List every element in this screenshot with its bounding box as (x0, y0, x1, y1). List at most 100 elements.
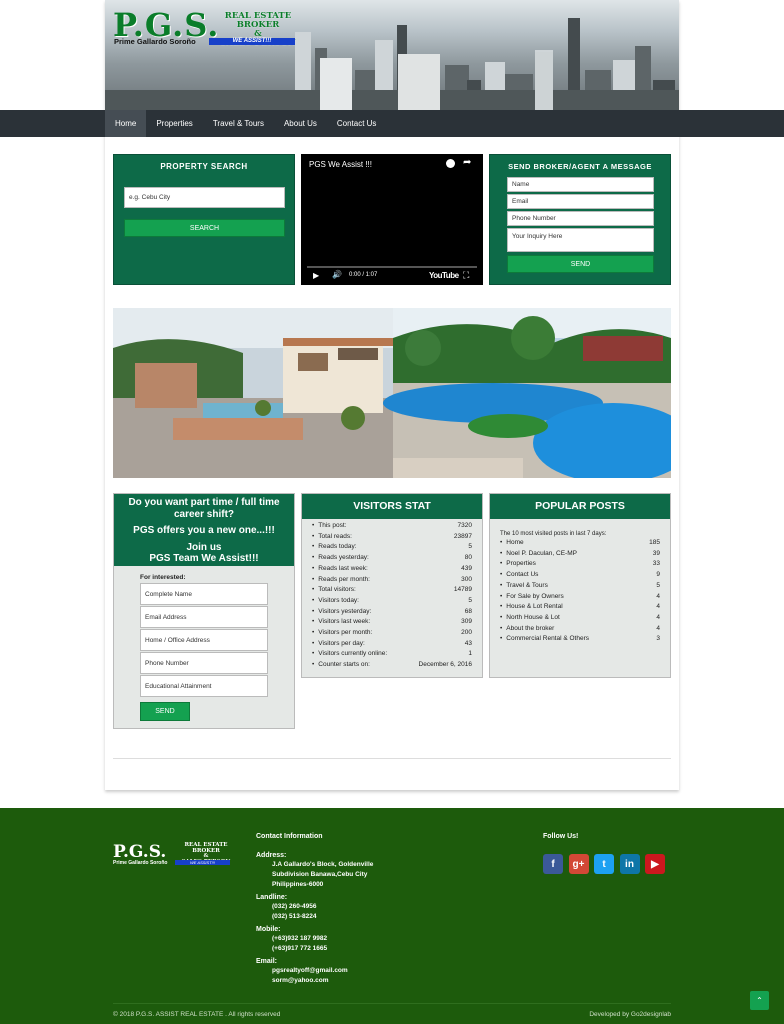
popular-post-row: Commercial Rental & Others 3 (500, 634, 660, 645)
visitors-stat-title: VISITORS STAT (302, 494, 482, 519)
facebook-icon[interactable]: f (543, 854, 563, 874)
video-player[interactable]: PGS We Assist !!! ➦ ▶ 🔊 0:00 / 1:07 YouT… (301, 154, 483, 285)
popular-post-count: 9 (656, 571, 660, 579)
popular-post-link[interactable]: Travel & Tours (500, 581, 548, 592)
send-message-button[interactable]: SEND (507, 255, 654, 273)
twitter-icon[interactable]: t (594, 854, 614, 874)
stat-value: 43 (464, 639, 472, 647)
popular-post-link[interactable]: Home (500, 538, 523, 549)
phone-field[interactable]: Phone Number (507, 211, 654, 226)
career-field-complete-name[interactable]: Complete Name (140, 583, 268, 605)
career-line1: Do you want part time / full time career… (128, 497, 280, 520)
popular-post-row: About the broker 4 (500, 624, 660, 635)
nav-item-about-us[interactable]: About Us (274, 110, 327, 137)
address-label: Address: (256, 852, 287, 859)
nav-item-properties[interactable]: Properties (146, 110, 202, 137)
copyright-text: © 2018 P.G.S. ASSIST REAL ESTATE . All r… (113, 1011, 281, 1018)
popular-post-row: House & Lot Rental 4 (500, 602, 660, 613)
fullscreen-icon[interactable]: ⛶ (463, 270, 469, 281)
content-divider (113, 758, 671, 759)
popular-post-link[interactable]: Noel P. Daculan, CE-MP (500, 549, 577, 560)
play-icon[interactable]: ▶ (313, 271, 319, 280)
popular-post-count: 185 (649, 539, 660, 546)
visitor-stat-row: Reads last week: 439 (312, 564, 472, 575)
share-icon[interactable]: ➦ (463, 157, 471, 168)
pool-photo-illustration (113, 308, 671, 478)
back-to-top-icon[interactable]: ⌃ (750, 991, 769, 1010)
contact-info-title: Contact Information (256, 833, 323, 840)
popular-post-row: Properties 33 (500, 559, 660, 570)
stat-label: Reads yesterday: (312, 553, 369, 564)
career-header: Do you want part time / full time career… (114, 494, 294, 566)
youtube-icon[interactable]: ▶ (645, 854, 665, 874)
email-lines[interactable]: pgsrealtyoff@gmail.com sorm@yahoo.com (272, 966, 348, 986)
stat-label: Reads today: (312, 542, 356, 553)
popular-post-count: 4 (656, 624, 660, 632)
search-button[interactable]: SEARCH (124, 219, 285, 237)
popular-post-count: 4 (656, 603, 660, 611)
visitor-stat-row: Visitors today: 5 (312, 596, 472, 607)
stat-label: Counter starts on: (312, 660, 370, 671)
message-form-box: SEND BROKER/AGENT A MESSAGE Name Email P… (489, 154, 671, 285)
property-search-input[interactable]: e.g. Cebu City (124, 187, 285, 208)
popular-post-link[interactable]: House & Lot Rental (500, 602, 562, 613)
linkedin-icon[interactable]: in (619, 854, 640, 874)
visitor-stat-row: Reads today: 5 (312, 542, 472, 553)
popular-post-link[interactable]: For Sale by Owners (500, 592, 563, 603)
volume-icon[interactable]: 🔊 (332, 270, 342, 279)
popular-post-link[interactable]: North House & Lot (500, 613, 559, 624)
nav-item-home[interactable]: Home (105, 110, 147, 137)
popular-post-row: Noel P. Daculan, CE-MP 39 (500, 549, 660, 560)
address-lines: J.A Gallardo's Block, Goldenville Subdiv… (272, 861, 374, 888)
stat-label: Visitors per month: (312, 628, 372, 639)
stat-label: This post: (312, 521, 346, 532)
career-field-home-office-address[interactable]: Home / Office Address (140, 629, 268, 651)
footer: P.G.S. Prime Gallardo Soroño REAL ESTATE… (0, 808, 784, 1024)
popular-post-count: 4 (656, 592, 660, 600)
visitor-stat-row: Total visitors: 14789 (312, 585, 472, 596)
popular-post-link[interactable]: About the broker (500, 624, 554, 635)
footer-logo-subtitle: Prime Gallardo Soroño (113, 860, 168, 866)
stat-value: 200 (461, 629, 472, 637)
property-search-box: PROPERTY SEARCH e.g. Cebu City SEARCH (113, 154, 295, 285)
stat-value: 5 (468, 543, 472, 551)
career-send-button[interactable]: SEND (140, 702, 190, 721)
name-field[interactable]: Name (507, 177, 654, 192)
nav-item-travel-tours[interactable]: Travel & Tours (203, 110, 274, 137)
stat-value: 80 (464, 554, 472, 562)
property-search-title: PROPERTY SEARCH (160, 162, 248, 171)
visitors-stat-panel: VISITORS STAT This post: 7320 Total reads:… (301, 493, 483, 678)
popular-post-link[interactable]: Properties (500, 559, 536, 570)
logo-subtitle: Prime Gallardo Soroño (114, 37, 196, 46)
career-panel: Do you want part time / full time career… (113, 493, 295, 729)
popular-post-row: Home 185 (500, 538, 660, 549)
stat-label: Visitors last week: (312, 617, 370, 628)
visitor-stat-row: Visitors currently online: 1 (312, 649, 472, 660)
career-field-educational-attainment[interactable]: Educational Attainment (140, 675, 268, 697)
google-plus-icon[interactable]: g+ (568, 854, 589, 874)
visitor-stat-row: Reads per month: 300 (312, 575, 472, 586)
youtube-logo[interactable]: YouTube (429, 271, 459, 280)
inquiry-field[interactable]: Your Inquiry Here (507, 228, 654, 252)
career-field-phone-number[interactable]: Phone Number (140, 652, 268, 674)
watch-later-icon[interactable] (446, 159, 455, 168)
stat-value: 439 (461, 564, 472, 572)
stat-label: Visitors today: (312, 596, 359, 607)
popular-post-link[interactable]: Contact Us (500, 570, 538, 581)
developer-credit[interactable]: Developed by Go2designlab (589, 1011, 671, 1018)
nav-item-contact-us[interactable]: Contact Us (327, 110, 387, 137)
popular-post-row: North House & Lot 4 (500, 613, 660, 624)
career-field-email-address[interactable]: Email Address (140, 606, 268, 628)
video-progress-bar[interactable] (307, 266, 477, 268)
email-field[interactable]: Email (507, 194, 654, 209)
visitor-stat-row: Visitors yesterday: 68 (312, 607, 472, 618)
career-line2: PGS offers you a new one...!!! (133, 525, 275, 536)
stat-value: 1 (468, 650, 472, 658)
video-time: 0:00 / 1:07 (349, 272, 378, 278)
footer-divider (113, 1003, 671, 1004)
stat-value: 300 (461, 575, 472, 583)
popular-post-row: Contact Us 9 (500, 570, 660, 581)
popular-post-link[interactable]: Commercial Rental & Others (500, 634, 589, 645)
stat-label: Visitors per day: (312, 639, 364, 650)
email-label: Email: (256, 958, 278, 965)
